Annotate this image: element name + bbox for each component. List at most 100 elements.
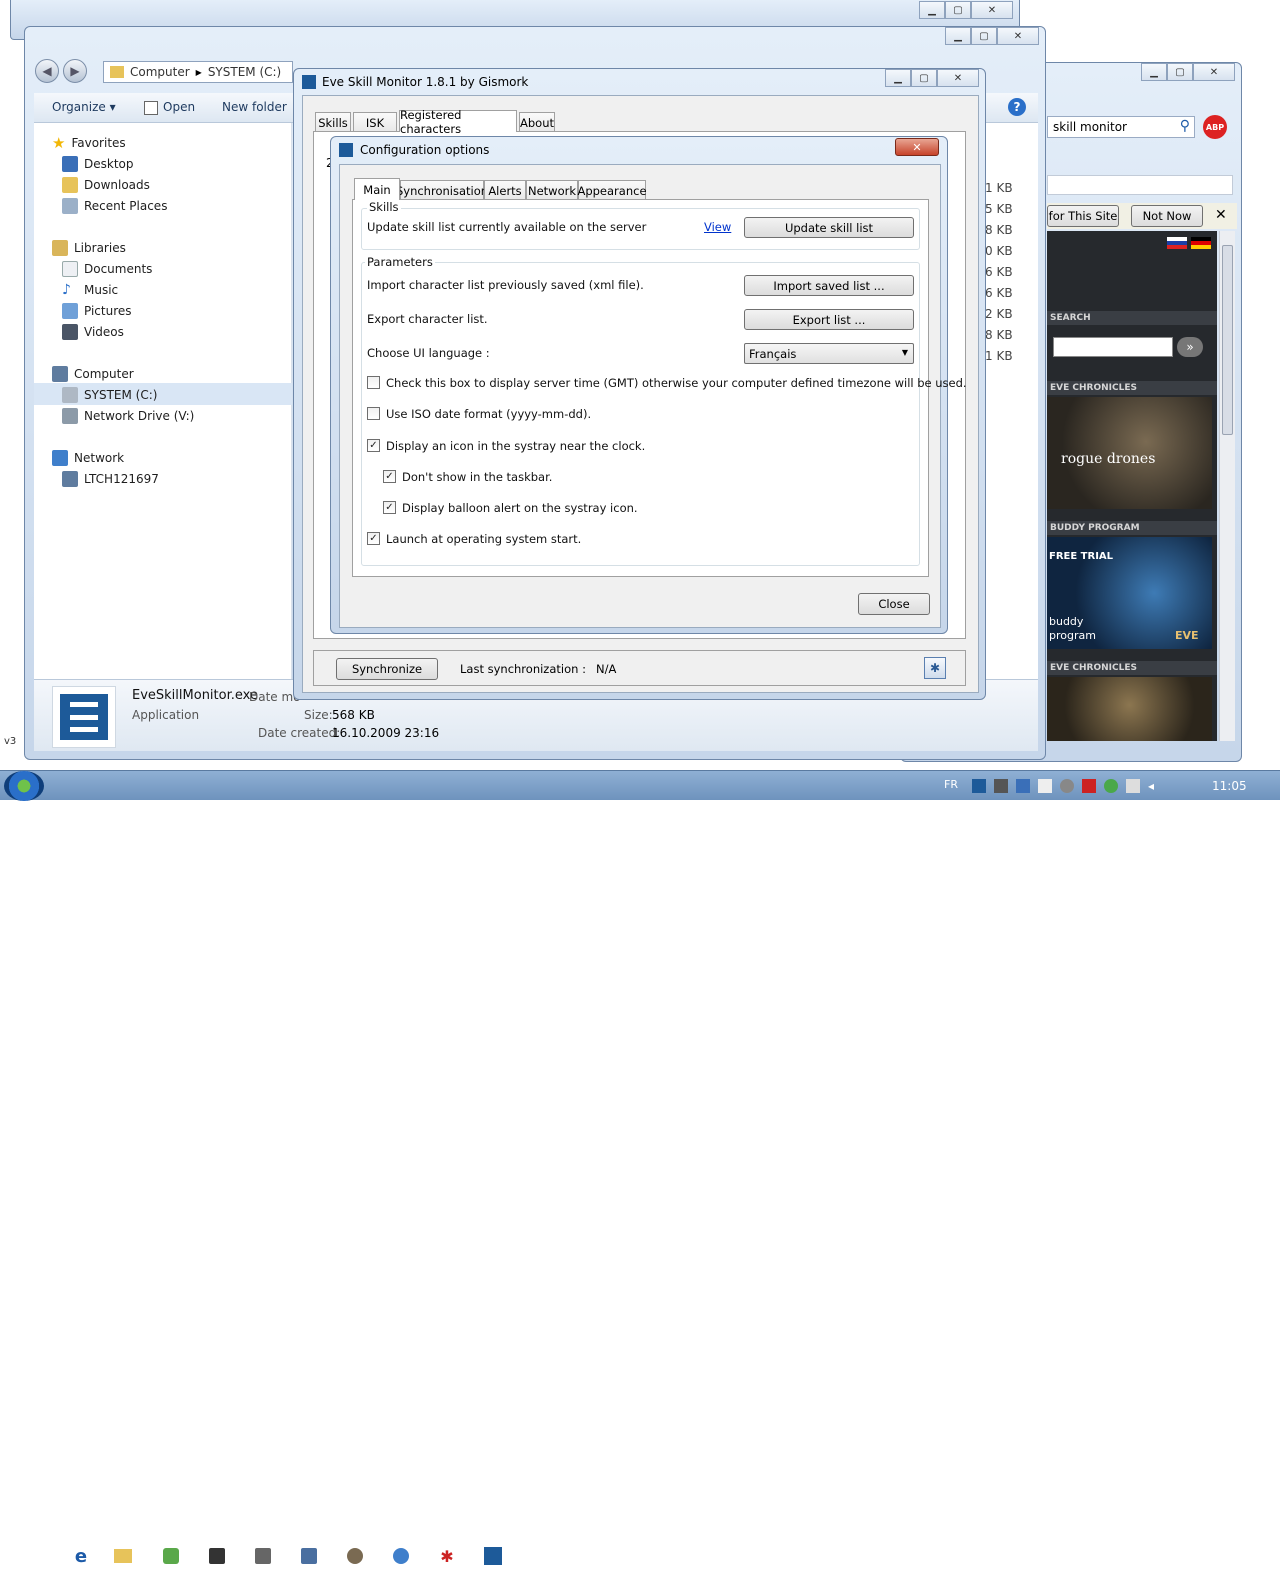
help-icon[interactable]: ? — [1008, 98, 1026, 116]
tree-network-drive[interactable]: Network Drive (V:) — [62, 406, 194, 426]
tree-computer[interactable]: Computer — [52, 364, 134, 384]
app-remote-icon[interactable] — [288, 1542, 330, 1570]
breadcrumb-computer[interactable]: Computer — [130, 65, 190, 79]
tab-appearance[interactable]: Appearance — [577, 180, 647, 200]
tab-registered-characters[interactable]: Registered characters — [399, 108, 517, 136]
ie-icon[interactable]: e — [60, 1542, 102, 1570]
chronicles-banner-2[interactable] — [1047, 677, 1212, 741]
forward-icon[interactable]: ▶ — [63, 59, 87, 83]
tab-main[interactable]: Main — [354, 178, 400, 200]
sidebar-search-input[interactable] — [1053, 337, 1173, 357]
close-bar-icon[interactable]: ✕ — [1215, 207, 1227, 223]
tray-chat-icon[interactable] — [1038, 779, 1052, 793]
breadcrumb-system[interactable]: SYSTEM (C:) — [208, 65, 281, 79]
back-icon[interactable]: ◀ — [35, 59, 59, 83]
not-now-button[interactable]: Not Now — [1131, 205, 1203, 227]
tree-downloads[interactable]: Downloads — [62, 175, 150, 195]
abp-icon[interactable]: ABP — [1203, 115, 1227, 139]
update-skill-list-button[interactable]: Update skill list — [744, 217, 914, 238]
tree-favorites[interactable]: ★ Favorites — [52, 133, 126, 153]
close-icon[interactable]: ✕ — [937, 69, 979, 87]
open-button[interactable]: Open — [163, 100, 195, 114]
tree-documents[interactable]: Documents — [62, 259, 152, 279]
search-icon[interactable]: ⚲ — [1180, 118, 1190, 134]
esm-taskbar-icon[interactable] — [472, 1542, 514, 1570]
tray-volume-icon[interactable]: ◂ — [1148, 779, 1162, 793]
config-close-icon[interactable]: ✕ — [895, 138, 939, 156]
app-gimp-icon[interactable] — [334, 1542, 376, 1570]
maximize-icon[interactable]: ▢ — [971, 27, 997, 45]
clock[interactable]: 11:05 — [1212, 779, 1247, 793]
eve-logo: EVE — [1175, 629, 1199, 642]
tray-device-icon[interactable] — [994, 779, 1008, 793]
for-this-site-button[interactable]: for This Site — [1047, 205, 1119, 227]
browser-scrollbar[interactable] — [1219, 231, 1235, 741]
tray-sync-icon[interactable] — [1104, 779, 1118, 793]
open-icon[interactable] — [144, 101, 158, 115]
tree-ltch[interactable]: LTCH121697 — [62, 469, 159, 489]
tray-esm-icon[interactable] — [972, 779, 986, 793]
search-go-icon[interactable]: » — [1177, 337, 1203, 357]
view-link[interactable]: View — [704, 220, 731, 234]
minimize-icon[interactable]: ▁ — [885, 69, 911, 87]
tree-libraries[interactable]: Libraries — [52, 238, 126, 258]
minimize-icon[interactable]: ▁ — [1141, 63, 1167, 81]
tab-isk[interactable]: ISK — [353, 112, 397, 132]
tab-skills[interactable]: Skills — [315, 112, 351, 132]
app-eve-icon[interactable]: ✱ — [426, 1542, 468, 1570]
app-browser-icon[interactable] — [380, 1542, 422, 1570]
language-indicator[interactable]: FR — [944, 778, 958, 791]
close-icon[interactable]: ✕ — [1193, 63, 1235, 81]
new-folder-button[interactable]: New folder — [222, 100, 287, 114]
start-button[interactable] — [4, 771, 44, 801]
synchronize-button[interactable]: Synchronize — [336, 658, 438, 680]
close-icon[interactable]: ✕ — [971, 1, 1013, 19]
close-button[interactable]: Close — [858, 593, 930, 615]
flag-ru-icon[interactable] — [1167, 237, 1187, 249]
minimize-icon[interactable]: ▁ — [919, 1, 945, 19]
banner-title: rogue drones — [1061, 451, 1156, 467]
tree-videos[interactable]: Videos — [62, 322, 124, 342]
tree-network[interactable]: Network — [52, 448, 124, 468]
tree-pictures[interactable]: Pictures — [62, 301, 132, 321]
rogue-drones-banner[interactable]: rogue drones — [1047, 397, 1212, 509]
browser-search-input[interactable]: skill monitor — [1053, 120, 1127, 134]
tree-desktop[interactable]: Desktop — [62, 154, 134, 174]
language-select[interactable]: Français ▼ — [744, 343, 914, 364]
export-list-button[interactable]: Export list ... — [744, 309, 914, 330]
tab-network[interactable]: Network — [526, 180, 578, 200]
flag-de-icon[interactable] — [1191, 237, 1211, 249]
app-green-icon[interactable] — [150, 1542, 192, 1570]
import-saved-list-button[interactable]: Import saved list ... — [744, 275, 914, 296]
maximize-icon[interactable]: ▢ — [911, 69, 937, 87]
settings-tools-icon[interactable]: ✱ — [924, 657, 946, 679]
maximize-icon[interactable]: ▢ — [1167, 63, 1193, 81]
launch-at-start-checkbox[interactable]: ✓ — [367, 532, 380, 545]
maximize-icon[interactable]: ▢ — [945, 1, 971, 19]
tab-synchronisation[interactable]: Synchronisation — [396, 180, 488, 200]
organize-button[interactable]: Organize ▾ — [52, 100, 116, 114]
scroll-thumb[interactable] — [1222, 245, 1233, 435]
buddy-program-banner[interactable]: FREE TRIAL buddy program EVE — [1047, 537, 1212, 649]
app-network-icon[interactable] — [242, 1542, 284, 1570]
iso-date-checkbox[interactable] — [367, 407, 380, 420]
balloon-alert-checkbox[interactable]: ✓ — [383, 501, 396, 514]
explorer-taskbar-icon[interactable] — [102, 1542, 144, 1570]
close-icon[interactable]: ✕ — [997, 27, 1039, 45]
tray-network-icon[interactable] — [1126, 779, 1140, 793]
hide-taskbar-checkbox[interactable]: ✓ — [383, 470, 396, 483]
tab-alerts[interactable]: Alerts — [484, 180, 526, 200]
app-shield-icon[interactable] — [196, 1542, 238, 1570]
tree-music[interactable]: ♪ Music — [62, 280, 118, 300]
address-bar[interactable]: Computer ▶ SYSTEM (C:) — [103, 61, 293, 83]
minimize-icon[interactable]: ▁ — [945, 27, 971, 45]
tray-update-icon[interactable] — [1016, 779, 1030, 793]
server-time-checkbox[interactable] — [367, 376, 380, 389]
systray-icon-checkbox[interactable]: ✓ — [367, 439, 380, 452]
tab-about[interactable]: About — [519, 112, 555, 132]
tree-recent[interactable]: Recent Places — [62, 196, 167, 216]
tray-dcp-icon[interactable] — [1060, 779, 1074, 793]
browser-search-box[interactable]: skill monitor ⚲ — [1047, 116, 1195, 138]
tree-system-c[interactable]: SYSTEM (C:) — [62, 385, 157, 405]
tray-antivirus-icon[interactable] — [1082, 779, 1096, 793]
